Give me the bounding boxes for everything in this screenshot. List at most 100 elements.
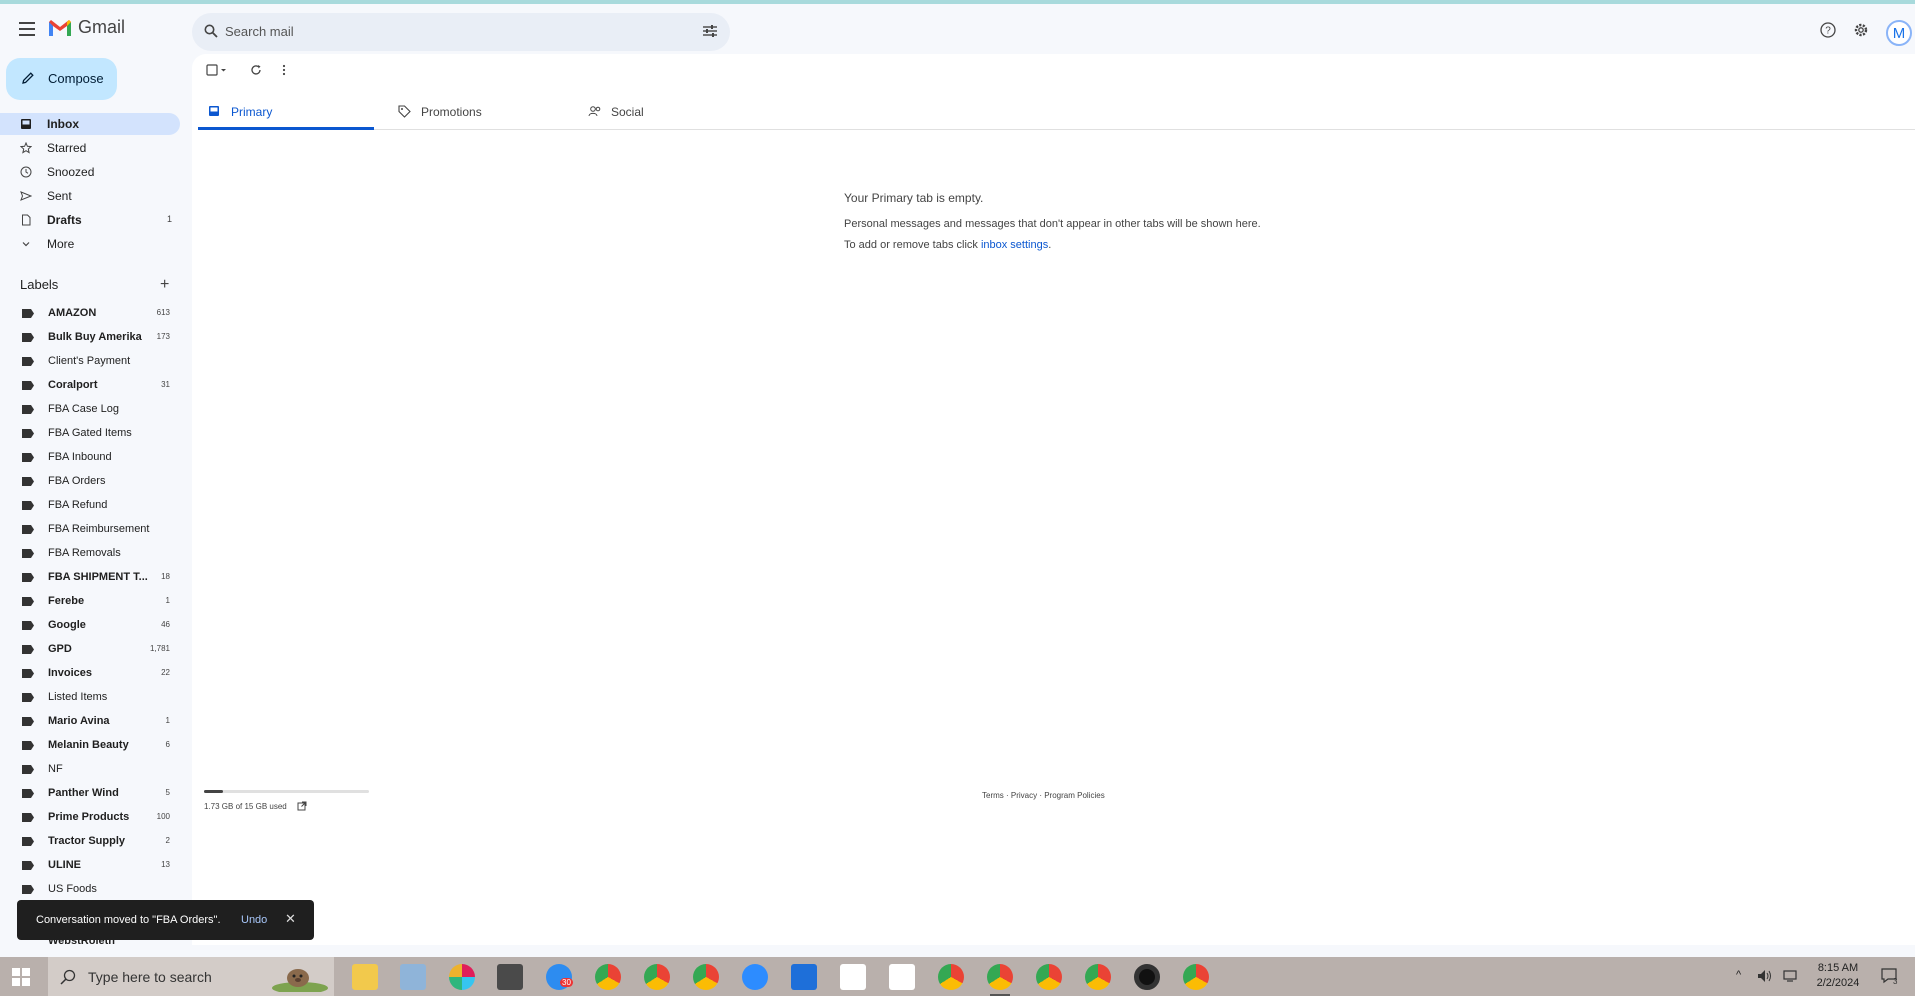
select-checkbox-icon[interactable] (206, 64, 228, 76)
notifications-icon[interactable]: 3 (1880, 967, 1898, 985)
label-item[interactable]: Invoices 22 (0, 662, 180, 684)
label-tag-icon (22, 741, 34, 750)
compose-button[interactable]: Compose (6, 58, 117, 100)
label-item[interactable]: ULINE 13 (0, 854, 180, 876)
search-input[interactable]: Search mail (225, 24, 294, 39)
more-vert-icon[interactable] (282, 64, 286, 76)
chrome-profile-person-icon[interactable] (1085, 964, 1111, 990)
nav-item-starred[interactable]: Starred (0, 137, 180, 159)
chrome-profile-k-icon[interactable] (693, 964, 719, 990)
nav-item-inbox[interactable]: Inbox (0, 113, 180, 135)
chrome-profile-m-icon[interactable] (1183, 964, 1209, 990)
empty-state: Your Primary tab is empty. Personal mess… (844, 190, 1264, 258)
label-item[interactable]: Melanin Beauty 6 (0, 734, 180, 756)
label-item[interactable]: FBA Reimbursement (0, 518, 180, 540)
label-item[interactable]: Google 46 (0, 614, 180, 636)
chrome-profile-mm-icon[interactable] (987, 964, 1013, 996)
storage-meter: 1.73 GB of 15 GB used (204, 790, 369, 811)
slack-icon[interactable] (449, 964, 475, 990)
label-item[interactable]: Bulk Buy Amerika 173 (0, 326, 180, 348)
chrome-profile-c2-icon[interactable] (938, 964, 964, 990)
label-item[interactable]: Listed Items (0, 686, 180, 708)
tab-promotions[interactable]: Promotions (388, 93, 564, 130)
label-item[interactable]: Prime Products 100 (0, 806, 180, 828)
label-tag-icon (22, 765, 34, 774)
add-label-button[interactable]: + (160, 276, 169, 294)
footer-links[interactable]: Terms · Privacy · Program Policies (982, 791, 1105, 800)
label-item[interactable]: Client's Payment (0, 350, 180, 372)
label-item[interactable]: FBA Case Log (0, 398, 180, 420)
stock-chart-app-2-icon[interactable] (889, 964, 915, 990)
label-tag-icon (22, 693, 34, 702)
inbox-icon (21, 119, 31, 129)
label-item[interactable]: Mario Avina 1 (0, 710, 180, 732)
label-tag-icon (22, 645, 34, 654)
screen-recorder-icon[interactable] (1134, 964, 1160, 990)
close-icon[interactable]: ✕ (285, 911, 296, 927)
taskbar-search-input[interactable]: Type here to search (88, 969, 212, 985)
inbox-icon (209, 106, 219, 116)
account-avatar[interactable]: M (1886, 20, 1912, 46)
empty-body: Personal messages and messages that don'… (844, 218, 1261, 230)
open-external-icon[interactable] (297, 801, 307, 811)
taskbar-search[interactable]: Type here to search (48, 957, 334, 996)
system-clock[interactable]: 8:15 AM 2/2/2024 (1812, 961, 1864, 991)
inbox-settings-link[interactable]: inbox settings (981, 239, 1048, 251)
label-item[interactable]: FBA Gated Items (0, 422, 180, 444)
gmail-logo[interactable]: Gmail (48, 17, 125, 38)
label-item[interactable]: FBA Orders (0, 470, 180, 492)
search-icon[interactable] (204, 24, 218, 38)
tab-label: Promotions (421, 105, 482, 119)
label-tag-icon (22, 309, 34, 318)
label-item[interactable]: FBA Inbound (0, 446, 180, 468)
label-item[interactable]: FBA Refund (0, 494, 180, 516)
label-item[interactable]: FBA SHIPMENT T... 18 (0, 566, 180, 588)
nav-item-sent[interactable]: Sent (0, 185, 180, 207)
search-options-icon[interactable] (702, 24, 718, 38)
label-item[interactable]: AMAZON 613 (0, 302, 180, 324)
zoom-icon[interactable] (742, 964, 768, 990)
notes-app-icon[interactable] (400, 964, 426, 990)
label-tag-icon (22, 549, 34, 558)
storage-text: 1.73 GB of 15 GB used (204, 802, 287, 811)
chrome-profile-c-icon[interactable] (595, 964, 621, 990)
label-item[interactable]: Ferebe 1 (0, 590, 180, 612)
nav-item-drafts[interactable]: Drafts 1 (0, 209, 180, 231)
app-name: Gmail (78, 17, 126, 37)
tab-primary[interactable]: Primary (198, 93, 374, 130)
calculator-icon[interactable] (497, 964, 523, 990)
main-menu-button[interactable] (14, 16, 40, 42)
label-tag-icon (22, 381, 34, 390)
search-bar[interactable]: Search mail (192, 13, 730, 51)
tray-expand-icon[interactable]: ^ (1736, 969, 1741, 981)
label-count: 18 (161, 572, 170, 581)
nav-item-more[interactable]: More (0, 233, 180, 255)
stock-chart-app-icon[interactable] (840, 964, 866, 990)
volume-icon[interactable] (1757, 969, 1773, 983)
label-tag-icon (22, 861, 34, 870)
chrome-profile-k2-icon[interactable] (1036, 964, 1062, 990)
refresh-icon[interactable] (250, 64, 262, 76)
label-item[interactable]: GPD 1,781 (0, 638, 180, 660)
tab-social[interactable]: Social (578, 93, 754, 130)
label-item[interactable]: Tractor Supply 2 (0, 830, 180, 852)
label-name: US Foods (48, 883, 97, 895)
network-icon[interactable] (1782, 969, 1798, 983)
label-item[interactable]: Coralport 31 (0, 374, 180, 396)
windows-start-icon[interactable] (12, 968, 30, 986)
draft-icon (22, 214, 31, 226)
r-app-icon[interactable] (791, 964, 817, 990)
label-item[interactable]: Panther Wind 5 (0, 782, 180, 804)
nav-item-snoozed[interactable]: Snoozed (0, 161, 180, 183)
chrome-profile-photo-icon[interactable] (644, 964, 670, 990)
settings-gear-icon[interactable] (1853, 22, 1869, 38)
telegram-icon[interactable]: 30 (546, 964, 573, 990)
gmail-m-icon (49, 19, 71, 36)
file-explorer-icon[interactable] (352, 964, 378, 990)
main-panel: Primary Promotions Social Your Primary t… (192, 54, 1915, 945)
label-item[interactable]: NF (0, 758, 180, 780)
undo-button[interactable]: Undo (241, 914, 267, 926)
label-item[interactable]: US Foods (0, 878, 180, 900)
label-item[interactable]: FBA Removals (0, 542, 180, 564)
help-icon[interactable]: ? (1820, 22, 1836, 38)
